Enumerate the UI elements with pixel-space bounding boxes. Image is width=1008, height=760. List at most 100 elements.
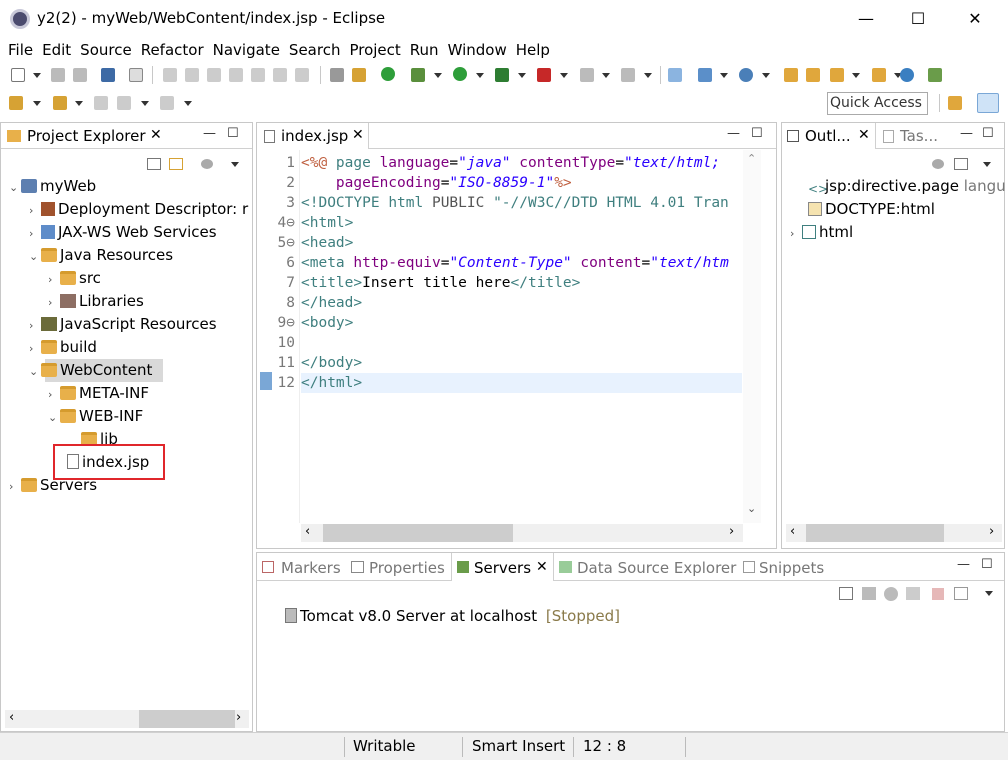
close-tab-icon[interactable]: ✕ bbox=[858, 127, 870, 143]
package-icon[interactable] bbox=[872, 68, 886, 82]
new-web-dropdown-icon[interactable] bbox=[720, 73, 728, 78]
resume-icon[interactable] bbox=[163, 68, 177, 82]
quick-access-field[interactable]: Quick Access bbox=[827, 92, 928, 115]
run-icon[interactable] bbox=[453, 67, 467, 81]
tree-item-myweb[interactable]: ⌄ myWeb bbox=[9, 175, 96, 198]
chevron-down-icon[interactable]: ⌄ bbox=[9, 176, 21, 199]
explorer-horizontal-scrollbar[interactable]: ‹ › bbox=[5, 710, 249, 728]
new-class-icon[interactable] bbox=[739, 68, 753, 82]
view-menu-icon[interactable] bbox=[231, 162, 239, 167]
tab-properties[interactable]: Properties bbox=[369, 559, 445, 577]
skip-breakpoints-icon[interactable] bbox=[129, 68, 143, 82]
tree-item-build[interactable]: › build bbox=[29, 336, 97, 359]
profile-server-icon[interactable] bbox=[906, 587, 920, 600]
minimize-view-icon[interactable]: — bbox=[727, 126, 740, 141]
tree-item-src[interactable]: › src bbox=[48, 267, 101, 290]
tree-item-java-resources[interactable]: ⌄ Java Resources bbox=[29, 244, 173, 267]
debug-icon[interactable] bbox=[411, 68, 425, 82]
open-folder-icon[interactable] bbox=[784, 68, 798, 82]
close-tab-icon[interactable]: ✕ bbox=[536, 559, 548, 575]
tree-item-meta-inf[interactable]: › META-INF bbox=[48, 382, 149, 405]
link-with-editor-icon[interactable] bbox=[169, 158, 183, 170]
close-tab-icon[interactable]: ✕ bbox=[150, 127, 162, 143]
scroll-left-icon[interactable]: ‹ bbox=[790, 524, 795, 539]
coverage-dropdown-icon[interactable] bbox=[518, 73, 526, 78]
code-line[interactable]: <title>Insert title here</title> bbox=[301, 273, 580, 293]
tab-snippets[interactable]: Snippets bbox=[759, 559, 824, 577]
chevron-down-icon[interactable]: ⌄ bbox=[48, 406, 60, 429]
chevron-right-icon[interactable]: › bbox=[48, 268, 60, 291]
tree-item-libraries[interactable]: › Libraries bbox=[48, 290, 144, 313]
tab-data-source-explorer[interactable]: Data Source Explorer bbox=[577, 559, 736, 577]
scroll-right-icon[interactable]: › bbox=[989, 524, 994, 539]
debug-server-icon[interactable] bbox=[862, 587, 876, 600]
tab-markers[interactable]: Markers bbox=[281, 559, 341, 577]
collapse-icon[interactable] bbox=[839, 587, 853, 600]
code-line[interactable]: <body> bbox=[301, 313, 353, 333]
menu-help[interactable]: Help bbox=[512, 38, 553, 62]
chevron-right-icon[interactable]: › bbox=[9, 475, 21, 498]
save-icon[interactable] bbox=[51, 68, 65, 82]
server-row-tomcat[interactable]: Tomcat v8.0 Server at localhost [Stopped… bbox=[285, 605, 620, 628]
code-line[interactable]: <!DOCTYPE html PUBLIC "-//W3C//DTD HTML … bbox=[301, 193, 729, 213]
step-return-icon[interactable] bbox=[295, 68, 309, 82]
start-server-icon[interactable] bbox=[884, 587, 898, 601]
stop-server-icon[interactable] bbox=[932, 588, 944, 600]
view-menu-icon[interactable] bbox=[983, 162, 991, 167]
code-line[interactable]: </html> bbox=[301, 373, 362, 393]
new-icon[interactable] bbox=[11, 68, 25, 82]
menu-run[interactable]: Run bbox=[406, 38, 442, 62]
collapse-all-icon[interactable] bbox=[147, 158, 161, 170]
maximize-button[interactable]: ☐ bbox=[895, 6, 941, 32]
publish-dropdown-icon[interactable] bbox=[644, 73, 652, 78]
scroll-right-icon[interactable]: › bbox=[729, 524, 734, 539]
coverage-icon[interactable] bbox=[495, 68, 509, 82]
open-task-icon[interactable] bbox=[352, 68, 366, 82]
chevron-down-icon[interactable]: ⌄ bbox=[29, 245, 41, 268]
chevron-right-icon[interactable]: › bbox=[29, 337, 41, 360]
outline-item-directive[interactable]: <>jsp:directive.page langu bbox=[808, 175, 1006, 198]
chevron-right-icon[interactable]: › bbox=[29, 199, 41, 222]
new-class-dropdown-icon[interactable] bbox=[762, 73, 770, 78]
last-edit-icon[interactable] bbox=[94, 96, 108, 110]
new-dropdown-icon[interactable] bbox=[33, 73, 41, 78]
previous-annotation-icon[interactable] bbox=[53, 96, 67, 110]
chevron-right-icon[interactable]: › bbox=[29, 314, 41, 337]
publish-icon[interactable] bbox=[954, 587, 968, 600]
code-line[interactable]: </head> bbox=[301, 293, 362, 313]
debug-dropdown-icon[interactable] bbox=[434, 73, 442, 78]
code-line[interactable]: <head> bbox=[301, 233, 353, 253]
editor-horizontal-scrollbar[interactable]: ‹ › bbox=[301, 524, 743, 542]
close-button[interactable]: ✕ bbox=[952, 6, 998, 32]
stop-dropdown-icon[interactable] bbox=[602, 73, 610, 78]
code-line[interactable]: <%@ page language="java" contentType="te… bbox=[301, 153, 720, 173]
menu-search[interactable]: Search bbox=[285, 38, 344, 62]
external-tools-icon[interactable] bbox=[537, 68, 551, 82]
maximize-view-icon[interactable]: ☐ bbox=[751, 126, 763, 141]
menu-edit[interactable]: Edit bbox=[38, 38, 74, 62]
open-type-icon[interactable] bbox=[330, 68, 344, 82]
view-menu-filter-icon[interactable] bbox=[201, 159, 213, 169]
outline-item-doctype[interactable]: DOCTYPE:html bbox=[808, 198, 935, 221]
tab-task-list[interactable]: Tas... bbox=[900, 127, 938, 145]
code-line[interactable]: pageEncoding="ISO-8859-1"%> bbox=[301, 173, 572, 193]
view-menu-icon[interactable] bbox=[985, 591, 993, 596]
vertical-scrollbar[interactable]: ⌃ ⌄ bbox=[743, 150, 761, 523]
open-resource-icon[interactable] bbox=[806, 68, 820, 82]
menu-file[interactable]: File bbox=[4, 38, 36, 62]
back-dropdown-icon[interactable] bbox=[141, 101, 149, 106]
tab-index-jsp[interactable]: index.jsp ✕ bbox=[257, 123, 369, 149]
tree-item-webcontent[interactable]: ⌄ WebContent bbox=[29, 359, 152, 382]
code-area[interactable]: <%@ page language="java" contentType="te… bbox=[301, 153, 742, 523]
stop-icon[interactable] bbox=[580, 68, 594, 82]
scroll-thumb[interactable] bbox=[323, 524, 513, 542]
next-annotation-dropdown-icon[interactable] bbox=[33, 101, 41, 106]
outline-item-html[interactable]: › html bbox=[790, 221, 853, 244]
maximize-view-icon[interactable]: ☐ bbox=[982, 126, 994, 141]
start-server-icon[interactable] bbox=[381, 67, 395, 81]
tab-outline[interactable]: Outl... ✕ bbox=[782, 123, 876, 149]
globe-icon[interactable] bbox=[900, 68, 914, 82]
perspective-tool-icon[interactable] bbox=[928, 68, 942, 82]
minimize-button[interactable]: — bbox=[843, 6, 889, 32]
menu-project[interactable]: Project bbox=[345, 38, 403, 62]
